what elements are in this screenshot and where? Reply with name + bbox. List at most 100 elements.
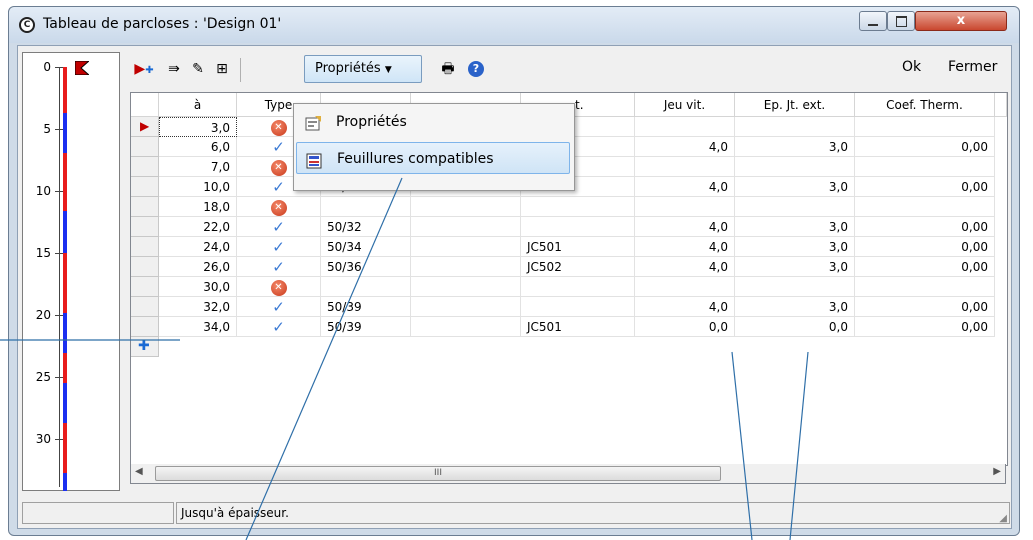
grid-cell-c[interactable]: 50/39 bbox=[321, 297, 411, 317]
row-header[interactable] bbox=[131, 237, 159, 257]
grid-cell-coef[interactable]: 0,00 bbox=[855, 237, 995, 257]
type-cell[interactable]: ✓ bbox=[237, 257, 321, 277]
grid-cell-e[interactable] bbox=[521, 217, 635, 237]
maximize-button[interactable] bbox=[887, 11, 915, 31]
grid-cell-a[interactable]: 18,0 bbox=[159, 197, 237, 217]
grid-cell-a[interactable]: 7,0 bbox=[159, 157, 237, 177]
grid-cell-ep[interactable] bbox=[735, 157, 855, 177]
row-header[interactable]: ▶ bbox=[131, 117, 159, 137]
grid-cell-e[interactable] bbox=[521, 197, 635, 217]
menu-item-proprietes[interactable]: Propriétés bbox=[296, 106, 570, 138]
grid-cell-a[interactable]: 32,0 bbox=[159, 297, 237, 317]
grid-cell-ep[interactable]: 3,0 bbox=[735, 257, 855, 277]
insert-row-icon[interactable]: ▶✚ bbox=[134, 59, 154, 79]
grid-cell-coef[interactable]: 0,00 bbox=[855, 297, 995, 317]
grid-cell-d[interactable] bbox=[411, 297, 521, 317]
grid-cell-c[interactable]: 50/39 bbox=[321, 317, 411, 337]
row-header[interactable] bbox=[131, 297, 159, 317]
grid-cell-jeu[interactable]: 0,0 bbox=[635, 317, 735, 337]
horizontal-scrollbar[interactable]: ◀ III ▶ bbox=[130, 464, 1006, 484]
ok-button[interactable]: Ok bbox=[902, 59, 921, 75]
grid-cell-a[interactable]: 3,0 bbox=[159, 117, 237, 137]
row-header[interactable] bbox=[131, 157, 159, 177]
minimize-button[interactable] bbox=[859, 11, 887, 31]
grid-cell-ep[interactable] bbox=[735, 117, 855, 137]
scroll-left-icon[interactable]: ◀ bbox=[135, 466, 143, 477]
export-icon[interactable]: ⇛ bbox=[164, 59, 184, 79]
grid-cell-jeu[interactable] bbox=[635, 277, 735, 297]
grid-cell-ep[interactable]: 3,0 bbox=[735, 297, 855, 317]
column-header-a[interactable]: à bbox=[159, 93, 237, 117]
add-row-icon[interactable]: ✚ bbox=[138, 338, 150, 354]
menu-item-feuillures-compatibles[interactable]: Feuillures compatibles bbox=[296, 142, 570, 174]
grid-cell-coef[interactable] bbox=[855, 117, 995, 137]
column-header-coef-therm[interactable]: Coef. Therm. bbox=[855, 93, 995, 117]
grid-cell-coef[interactable]: 0,00 bbox=[855, 317, 995, 337]
grid-cell-ep[interactable]: 3,0 bbox=[735, 137, 855, 157]
grid-cell-jeu[interactable]: 4,0 bbox=[635, 257, 735, 277]
row-header[interactable] bbox=[131, 217, 159, 237]
grid-cell-coef[interactable]: 0,00 bbox=[855, 257, 995, 277]
grid-cell-a[interactable]: 26,0 bbox=[159, 257, 237, 277]
type-cell[interactable]: ✕ bbox=[237, 277, 321, 297]
grid-cell-ep[interactable] bbox=[735, 277, 855, 297]
grid-cell-ep[interactable]: 3,0 bbox=[735, 217, 855, 237]
edit-icon[interactable]: ✎ bbox=[188, 59, 208, 79]
grid-cell-jeu[interactable]: 4,0 bbox=[635, 297, 735, 317]
grid-cell-c[interactable] bbox=[321, 197, 411, 217]
type-cell[interactable]: ✓ bbox=[237, 237, 321, 257]
help-icon[interactable]: ? bbox=[466, 59, 486, 79]
grid-cell-d[interactable] bbox=[411, 197, 521, 217]
row-header[interactable]: ✚ bbox=[131, 337, 159, 357]
grid-cell-ep[interactable]: 0,0 bbox=[735, 317, 855, 337]
grid-cell-d[interactable] bbox=[411, 317, 521, 337]
row-header[interactable] bbox=[131, 177, 159, 197]
grid-cell-d[interactable] bbox=[411, 277, 521, 297]
grid-cell-jeu[interactable] bbox=[635, 157, 735, 177]
grid-cell-d[interactable] bbox=[411, 237, 521, 257]
grid-cell-jeu[interactable] bbox=[635, 197, 735, 217]
type-cell[interactable]: ✓ bbox=[237, 297, 321, 317]
grid-icon[interactable]: ⊞ bbox=[212, 59, 232, 79]
grid-cell-a[interactable]: 6,0 bbox=[159, 137, 237, 157]
grid-cell-e[interactable]: JC501 bbox=[521, 317, 635, 337]
scrollbar-thumb[interactable]: III bbox=[155, 466, 721, 481]
grid-cell-a[interactable]: 24,0 bbox=[159, 237, 237, 257]
row-header[interactable] bbox=[131, 197, 159, 217]
grid-cell-c[interactable]: 50/34 bbox=[321, 237, 411, 257]
grid-cell-c[interactable]: 50/36 bbox=[321, 257, 411, 277]
grid-cell-ep[interactable]: 3,0 bbox=[735, 177, 855, 197]
row-header[interactable] bbox=[131, 317, 159, 337]
print-icon[interactable]: 🖶 bbox=[438, 59, 458, 79]
type-cell[interactable]: ✓ bbox=[237, 317, 321, 337]
grid-cell-d[interactable] bbox=[411, 217, 521, 237]
grid-cell-a[interactable]: 10,0 bbox=[159, 177, 237, 197]
grid-cell-c[interactable] bbox=[321, 277, 411, 297]
grid-cell-e[interactable] bbox=[521, 297, 635, 317]
row-header[interactable] bbox=[131, 277, 159, 297]
grid-cell-d[interactable] bbox=[411, 257, 521, 277]
type-cell[interactable]: ✓ bbox=[237, 217, 321, 237]
grid-cell-coef[interactable]: 0,00 bbox=[855, 217, 995, 237]
row-header[interactable] bbox=[131, 137, 159, 157]
close-window-button[interactable]: x bbox=[915, 11, 1007, 31]
properties-dropdown-button[interactable]: Propriétés ▼ bbox=[304, 55, 422, 83]
grid-cell-coef[interactable]: 0,00 bbox=[855, 177, 995, 197]
grid-cell-jeu[interactable] bbox=[635, 117, 735, 137]
column-header-ep-jt-ext[interactable]: Ep. Jt. ext. bbox=[735, 93, 855, 117]
grid-cell-e[interactable]: JC501 bbox=[521, 237, 635, 257]
grid-cell-a[interactable]: 22,0 bbox=[159, 217, 237, 237]
grid-cell-a[interactable]: 34,0 bbox=[159, 317, 237, 337]
grid-cell-jeu[interactable]: 4,0 bbox=[635, 217, 735, 237]
grid-cell-coef[interactable] bbox=[855, 197, 995, 217]
grid-cell-jeu[interactable]: 4,0 bbox=[635, 177, 735, 197]
scroll-right-icon[interactable]: ▶ bbox=[993, 466, 1001, 477]
grid-cell-jeu[interactable]: 4,0 bbox=[635, 137, 735, 157]
grid-cell-jeu[interactable]: 4,0 bbox=[635, 237, 735, 257]
grid-cell-e[interactable]: JC502 bbox=[521, 257, 635, 277]
type-cell[interactable]: ✕ bbox=[237, 197, 321, 217]
grid-cell-coef[interactable]: 0,00 bbox=[855, 137, 995, 157]
row-header[interactable] bbox=[131, 257, 159, 277]
grid-cell-coef[interactable] bbox=[855, 157, 995, 177]
grid-cell-e[interactable] bbox=[521, 277, 635, 297]
